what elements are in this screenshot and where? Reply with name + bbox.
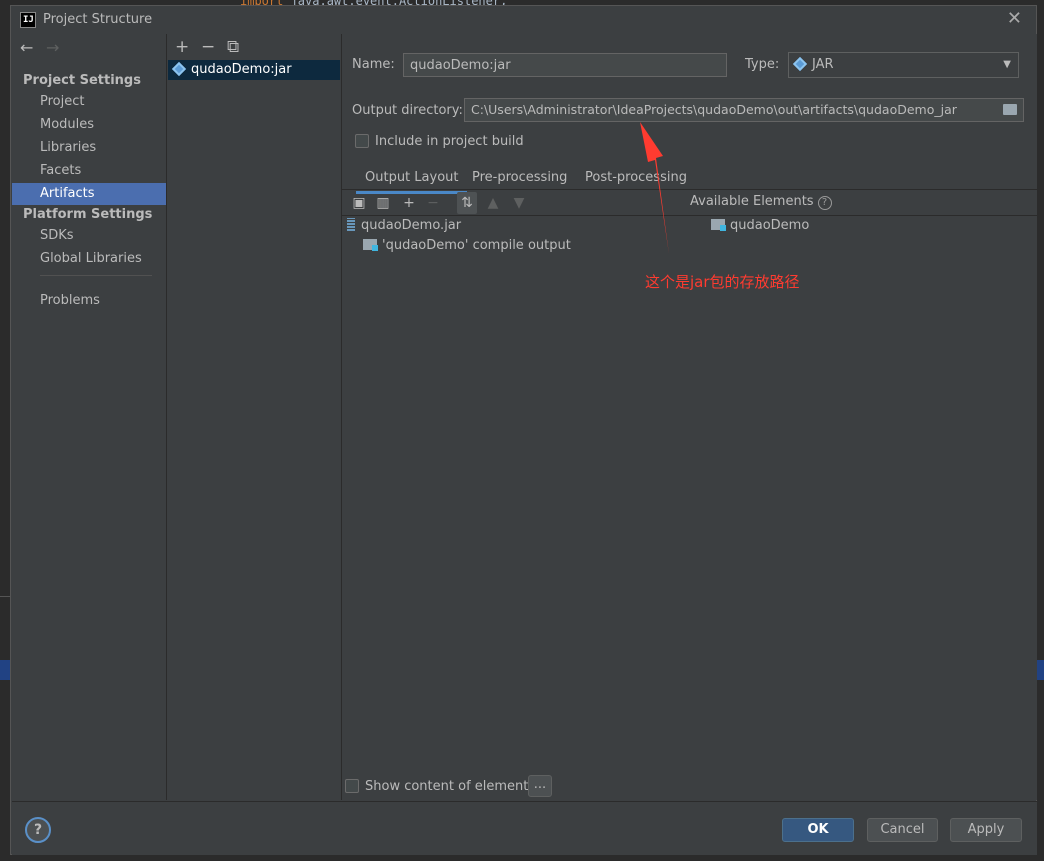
move-down-icon[interactable]: ▼ [509,192,529,214]
sidebar-item-libraries[interactable]: Libraries [12,137,166,159]
sidebar-item-global-libraries[interactable]: Global Libraries [12,248,166,270]
sidebar-item-project[interactable]: Project [12,91,166,113]
copy-artifact-button[interactable]: ⧉ [227,37,253,57]
artifact-editor: Name: Type: JAR ▼ Output directory: C:\U… [342,34,1037,800]
show-content-checkbox[interactable] [345,779,359,793]
include-in-build-checkbox[interactable] [355,134,369,148]
type-label: Type: [745,57,780,72]
sidebar-item-modules[interactable]: Modules [12,114,166,136]
tab-divider [342,189,1037,190]
sort-elements-icon[interactable]: ⇅ [457,192,477,214]
artifact-diamond-icon [171,61,187,77]
cancel-button[interactable]: Cancel [867,818,938,842]
background-selection-strip-right [1037,660,1044,680]
sidebar-separator [40,275,152,276]
annotation-text: 这个是jar包的存放路径 [645,273,800,291]
new-archive-icon[interactable]: ▥ [373,192,393,214]
settings-sidebar: ← → Project Settings Project Modules Libr… [12,34,166,800]
new-directory-icon[interactable]: ▣ [349,192,369,214]
close-icon: ✕ [1006,8,1022,29]
browse-folder-icon[interactable] [1003,104,1017,115]
project-settings-header: Project Settings [23,73,141,88]
type-select[interactable]: JAR ▼ [788,52,1019,78]
module-folder-icon [711,219,726,231]
remove-element-icon[interactable]: − [423,192,443,214]
include-in-build-label: Include in project build [375,134,524,149]
layout-tree-label: qudaoDemo.jar [361,218,462,233]
help-circle-icon[interactable]: ? [817,196,832,210]
available-element-item[interactable]: qudaoDemo [711,216,809,236]
output-directory-value: C:\Users\Administrator\IdeaProjects\quda… [471,102,957,117]
layout-tree-child[interactable]: 'qudaoDemo' compile output [363,236,571,256]
add-artifact-button[interactable]: + [175,37,201,57]
close-button[interactable]: ✕ [1007,9,1022,29]
available-element-label: qudaoDemo [730,218,810,233]
more-options-button[interactable]: ... [528,775,552,797]
artifact-toolbar: + − ⧉ [175,37,253,57]
ok-button[interactable]: OK [782,818,854,842]
name-label: Name: [352,57,395,72]
name-input[interactable] [403,53,727,77]
tab-post-processing[interactable]: Post-processing [585,165,687,191]
nav-arrows: ← → [20,38,72,57]
dialog-titlebar: IJ Project Structure ✕ [11,6,1036,34]
dialog-footer: ? OK Cancel Apply [12,801,1037,855]
forward-arrow-icon[interactable]: → [46,38,72,57]
tab-pre-processing[interactable]: Pre-processing [472,165,567,191]
back-arrow-icon[interactable]: ← [20,38,46,57]
apply-button[interactable]: Apply [950,818,1022,842]
available-elements-label: Available Elements [690,194,814,209]
type-value: JAR [812,57,834,72]
dialog-title: Project Structure [43,12,153,27]
sidebar-item-artifacts[interactable]: Artifacts [12,183,166,205]
remove-artifact-button[interactable]: − [201,37,227,57]
move-up-icon[interactable]: ▲ [483,192,503,214]
layout-tree-root[interactable]: qudaoDemo.jar [347,216,461,236]
artifact-list-pane: + − ⧉ qudaoDemo:jar [167,34,341,800]
available-elements-header: Available Elements? [690,194,832,210]
sidebar-item-facets[interactable]: Facets [12,160,166,182]
show-content-label: Show content of elements [365,779,536,794]
output-directory-input[interactable]: C:\Users\Administrator\IdeaProjects\quda… [464,98,1024,122]
layout-tree-label: 'qudaoDemo' compile output [382,238,571,253]
artifact-item-label: qudaoDemo:jar [191,62,292,77]
add-element-icon[interactable]: + [399,192,419,214]
help-button[interactable]: ? [25,817,51,843]
tab-output-layout[interactable]: Output Layout [355,165,469,194]
module-folder-icon [363,239,378,251]
artifact-list-item[interactable]: qudaoDemo:jar [168,60,340,80]
sidebar-item-problems[interactable]: Problems [12,290,166,312]
project-structure-dialog: IJ Project Structure ✕ ← → Project Settin… [10,5,1037,855]
intellij-app-icon: IJ [20,12,36,28]
platform-settings-header: Platform Settings [23,207,153,222]
output-directory-label: Output directory: [352,103,463,118]
chevron-down-icon: ▼ [1003,59,1011,70]
jar-type-icon [792,56,808,72]
sidebar-item-sdks[interactable]: SDKs [12,225,166,247]
spacer [342,215,343,216]
jar-icon [347,218,355,231]
